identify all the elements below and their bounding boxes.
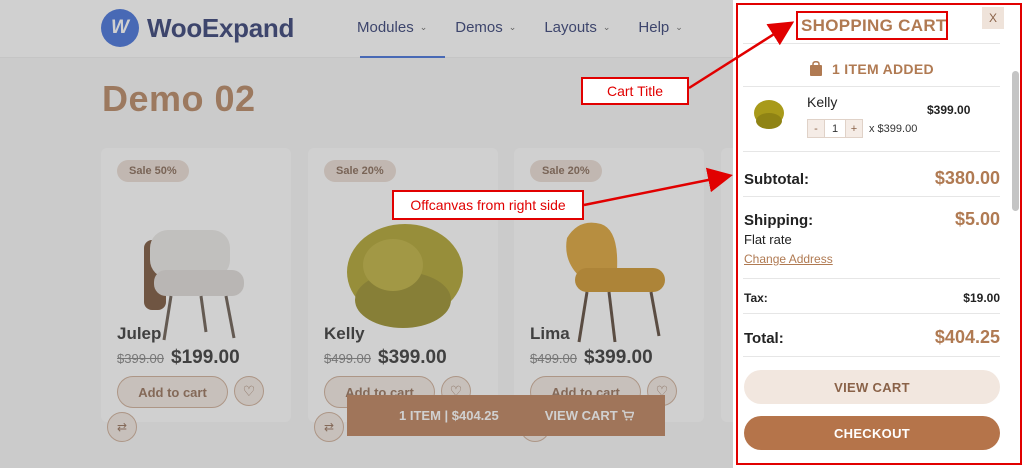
annotation-cart-title: Cart Title <box>581 77 689 105</box>
annotation-offcanvas: Offcanvas from right side <box>392 190 584 220</box>
offcanvas-highlight-frame <box>736 3 1022 465</box>
title-highlight-frame <box>796 11 948 40</box>
